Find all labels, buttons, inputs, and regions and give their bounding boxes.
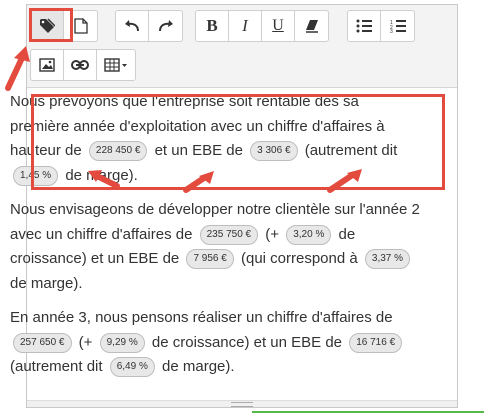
toolbar-group-media: [30, 49, 136, 81]
text: En année 3, nous pensons réaliser un chi…: [10, 309, 393, 326]
value-tag[interactable]: 3,37 %: [364, 249, 411, 270]
value-tag[interactable]: 257 650 €: [13, 332, 72, 353]
grip-icon: [231, 402, 253, 407]
toolbar-group-format: B I U: [195, 10, 329, 42]
undo-icon[interactable]: [116, 11, 149, 41]
text: (autrement dit: [10, 358, 103, 375]
highlight-box-button: [29, 8, 73, 42]
text: de marge).: [162, 358, 235, 375]
table-icon[interactable]: [97, 50, 135, 80]
bold-button[interactable]: B: [196, 11, 229, 41]
text: (qui correspond à: [240, 250, 358, 267]
text: de marge).: [10, 274, 83, 292]
text: (+: [265, 225, 280, 243]
resize-handle[interactable]: [27, 400, 457, 407]
redo-icon[interactable]: [149, 11, 182, 41]
value-tag[interactable]: 3,20 %: [286, 224, 332, 245]
svg-text:3: 3: [390, 29, 393, 33]
editor-toolbar: B I U 123: [27, 5, 457, 88]
toolbar-group-lists: 123: [347, 10, 415, 42]
value-tag[interactable]: 7 956 €: [186, 249, 234, 270]
paragraph-year-2: Nous envisageons de développer notre cli…: [10, 198, 422, 296]
value-tag[interactable]: 16 716 €: [349, 332, 403, 353]
paragraph-year-3: En année 3, nous pensons réaliser un chi…: [10, 306, 422, 380]
text: (+: [78, 333, 93, 351]
italic-button[interactable]: I: [229, 11, 262, 41]
arrow-icon: [5, 55, 25, 91]
value-tag[interactable]: 9,29 %: [99, 332, 145, 353]
bullet-list-icon[interactable]: [348, 11, 381, 41]
toolbar-group-history: [115, 10, 183, 42]
numbered-list-icon[interactable]: 123: [381, 11, 414, 41]
image-icon[interactable]: [31, 50, 64, 80]
link-icon[interactable]: [64, 50, 97, 80]
status-line: [252, 411, 484, 413]
value-tag[interactable]: 235 750 €: [199, 224, 259, 245]
text: de croissance) et un EBE de: [151, 333, 343, 351]
value-tag[interactable]: 6,49 %: [109, 357, 155, 378]
highlight-box-paragraph: [31, 94, 445, 190]
underline-button[interactable]: U: [262, 11, 295, 41]
eraser-icon[interactable]: [295, 11, 328, 41]
